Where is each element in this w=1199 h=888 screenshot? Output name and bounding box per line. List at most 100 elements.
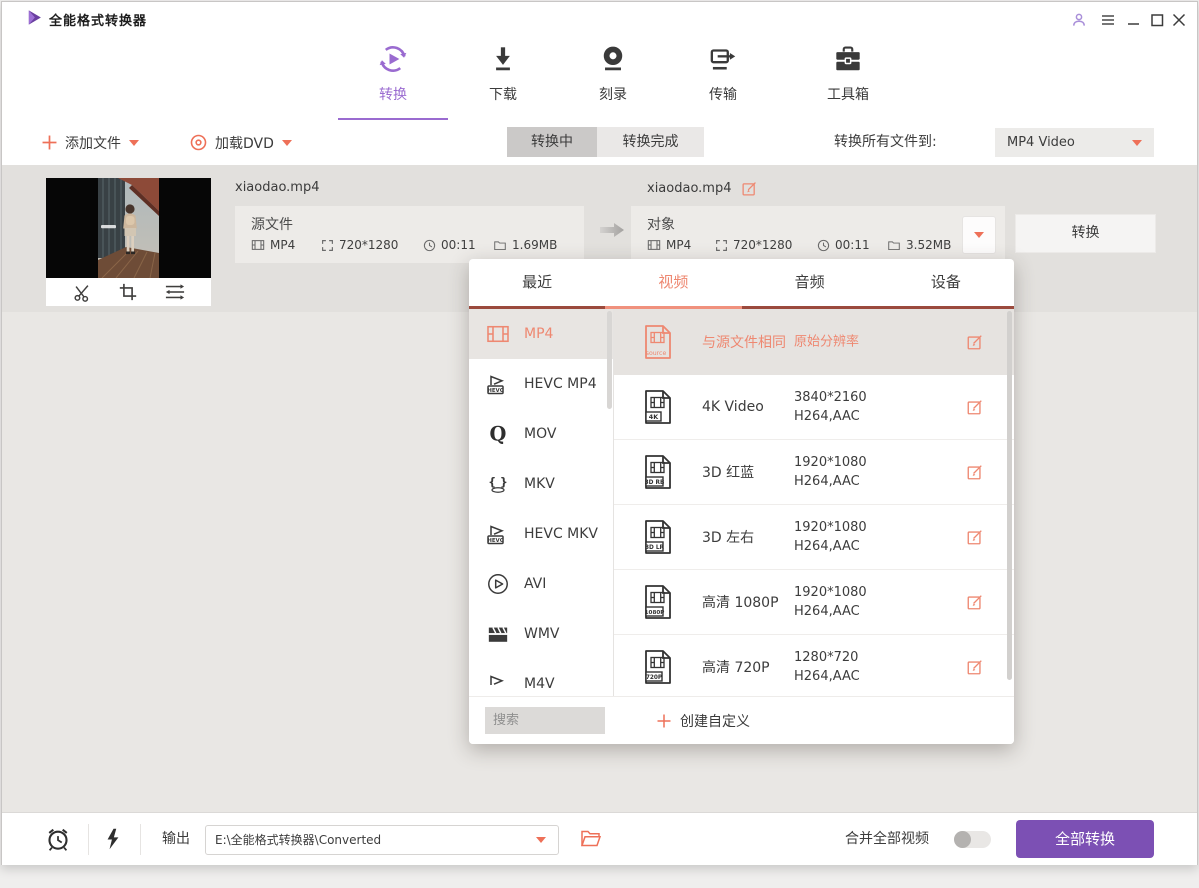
- app-logo-icon: [26, 9, 43, 26]
- source-resolution: 720*1280: [321, 238, 398, 252]
- tab-download[interactable]: 下载: [465, 42, 541, 104]
- minimize-icon[interactable]: [1125, 12, 1143, 28]
- preset-hd-1080p[interactable]: 1080P 高清 1080P 1920*1080H264,AAC: [614, 570, 1014, 635]
- load-dvd-button[interactable]: 加载DVD: [190, 120, 292, 165]
- target-format: MP4: [647, 238, 691, 252]
- open-folder-icon[interactable]: [580, 829, 602, 848]
- output-format-dropdown[interactable]: MP4 Video: [995, 128, 1154, 157]
- format-item-mkv[interactable]: { } MKV: [469, 459, 613, 509]
- add-files-label: 添加文件: [65, 133, 121, 153]
- popup-tabs: 最近 视频 音频 设备: [469, 259, 1014, 306]
- trim-icon[interactable]: [72, 282, 92, 302]
- preset-resolution: 3840*2160H264,AAC: [794, 388, 867, 426]
- convert-button[interactable]: 转换: [1015, 214, 1156, 253]
- toolbox-icon: [831, 42, 865, 76]
- output-label: 输出: [162, 813, 190, 865]
- convert-all-to-label: 转换所有文件到:: [834, 120, 937, 165]
- svg-text:{ }: { }: [488, 476, 508, 489]
- video-thumbnail: [46, 178, 211, 306]
- 720p-preset-icon: 720P: [642, 649, 674, 685]
- divider: [88, 824, 89, 855]
- convert-all-button[interactable]: 全部转换: [1016, 820, 1154, 858]
- svg-text:1080P: 1080P: [645, 610, 665, 616]
- preset-edit-icon[interactable]: [966, 593, 984, 611]
- close-icon[interactable]: [1170, 12, 1188, 28]
- preset-3d-left-right[interactable]: 3D LR 3D 左右 1920*1080H264,AAC: [614, 505, 1014, 570]
- preset-resolution: 1920*1080H264,AAC: [794, 518, 867, 556]
- add-files-caret-icon: [129, 140, 139, 146]
- tab-toolbox-label: 工具箱: [810, 84, 886, 104]
- format-item-m4v[interactable]: M4V: [469, 659, 613, 697]
- format-item-wmv[interactable]: WMV: [469, 609, 613, 659]
- output-path-dropdown[interactable]: E:\全能格式转换器\Converted: [205, 825, 559, 855]
- merge-videos-label: 合并全部视频: [845, 813, 929, 865]
- download-icon: [486, 42, 520, 76]
- clock-icon: [817, 239, 830, 252]
- footer-bar: 输出 E:\全能格式转换器\Converted 合并全部视频 全部转换: [2, 812, 1197, 865]
- app-title: 全能格式转换器: [49, 10, 147, 29]
- preset-4k-video[interactable]: 4K 4K Video 3840*2160H264,AAC: [614, 375, 1014, 440]
- source-box-title: 源文件: [251, 214, 293, 234]
- titlebar: 全能格式转换器: [2, 2, 1197, 32]
- effects-icon[interactable]: [164, 282, 186, 302]
- toolbar: 添加文件 加载DVD 转换中 转换完成 转换所有文件到: MP4 Video: [2, 120, 1197, 166]
- tab-finished[interactable]: 转换完成: [597, 127, 704, 157]
- preset-hd-720p[interactable]: 720P 高清 720P 1280*720H264,AAC: [614, 635, 1014, 697]
- tab-convert-label: 转换: [355, 84, 431, 104]
- preset-3d-red-blue[interactable]: 3D RB 3D 红蓝 1920*1080H264,AAC: [614, 440, 1014, 505]
- mkv-icon: { }: [486, 472, 510, 496]
- target-format-dropdown-button[interactable]: [962, 216, 996, 254]
- search-input[interactable]: [485, 707, 605, 734]
- folder-icon: [493, 239, 507, 252]
- create-custom-button[interactable]: 创建自定义: [657, 697, 750, 744]
- popup-tab-audio[interactable]: 音频: [742, 259, 878, 306]
- format-item-mp4[interactable]: MP4: [469, 309, 613, 359]
- preset-list-scrollbar[interactable]: [1007, 311, 1013, 695]
- tab-toolbox[interactable]: 工具箱: [810, 42, 886, 104]
- preset-same-as-source[interactable]: source 与源文件相同 原始分辨率: [614, 309, 1014, 375]
- format-item-mov[interactable]: Q MOV: [469, 409, 613, 459]
- toggle-knob: [954, 831, 971, 848]
- 3d-rb-preset-icon: 3D RB: [642, 454, 674, 490]
- preset-edit-icon[interactable]: [966, 658, 984, 676]
- svg-text:3D RB: 3D RB: [645, 480, 665, 486]
- tab-download-label: 下载: [465, 84, 541, 104]
- svg-text:3D LR: 3D LR: [645, 545, 665, 551]
- rename-edit-icon[interactable]: [741, 180, 758, 197]
- mov-icon: Q: [486, 422, 510, 446]
- account-icon[interactable]: [1070, 12, 1088, 28]
- svg-text:Q: Q: [490, 422, 507, 445]
- preset-edit-icon[interactable]: [966, 333, 984, 351]
- crop-icon[interactable]: [118, 282, 138, 302]
- tab-convert[interactable]: 转换: [355, 42, 431, 104]
- tab-burn[interactable]: 刻录: [575, 42, 651, 104]
- preset-edit-icon[interactable]: [966, 463, 984, 481]
- preset-resolution: 1280*720H264,AAC: [794, 648, 860, 686]
- preset-edit-icon[interactable]: [966, 528, 984, 546]
- m4v-icon: [485, 672, 511, 696]
- schedule-icon[interactable]: [44, 825, 72, 853]
- merge-videos-toggle[interactable]: [954, 831, 991, 848]
- menu-icon[interactable]: [1099, 12, 1117, 28]
- preset-edit-icon[interactable]: [966, 398, 984, 416]
- film-icon: [647, 238, 661, 252]
- 1080p-preset-icon: 1080P: [642, 584, 674, 620]
- tab-transfer[interactable]: 传输: [685, 42, 761, 104]
- format-item-hevc-mp4[interactable]: HEVC HEVC MP4: [469, 359, 613, 409]
- target-duration: 00:11: [817, 238, 870, 252]
- video-preview-image: [46, 178, 211, 278]
- high-speed-icon[interactable]: [100, 826, 126, 852]
- tab-converting[interactable]: 转换中: [507, 127, 597, 157]
- 4k-preset-icon: 4K: [642, 389, 674, 425]
- format-list-scrollbar[interactable]: [606, 309, 613, 697]
- popup-tab-video[interactable]: 视频: [605, 259, 741, 306]
- format-item-avi[interactable]: AVI: [469, 559, 613, 609]
- target-size: 3.52MB: [887, 238, 951, 252]
- output-format-value: MP4 Video: [1007, 128, 1075, 157]
- maximize-icon[interactable]: [1148, 12, 1166, 28]
- popup-tab-recent[interactable]: 最近: [469, 259, 605, 306]
- resolution-icon: [715, 239, 728, 252]
- format-item-hevc-mkv[interactable]: HEVC HEVC MKV: [469, 509, 613, 559]
- popup-tab-device[interactable]: 设备: [878, 259, 1014, 306]
- add-files-button[interactable]: 添加文件: [42, 120, 139, 165]
